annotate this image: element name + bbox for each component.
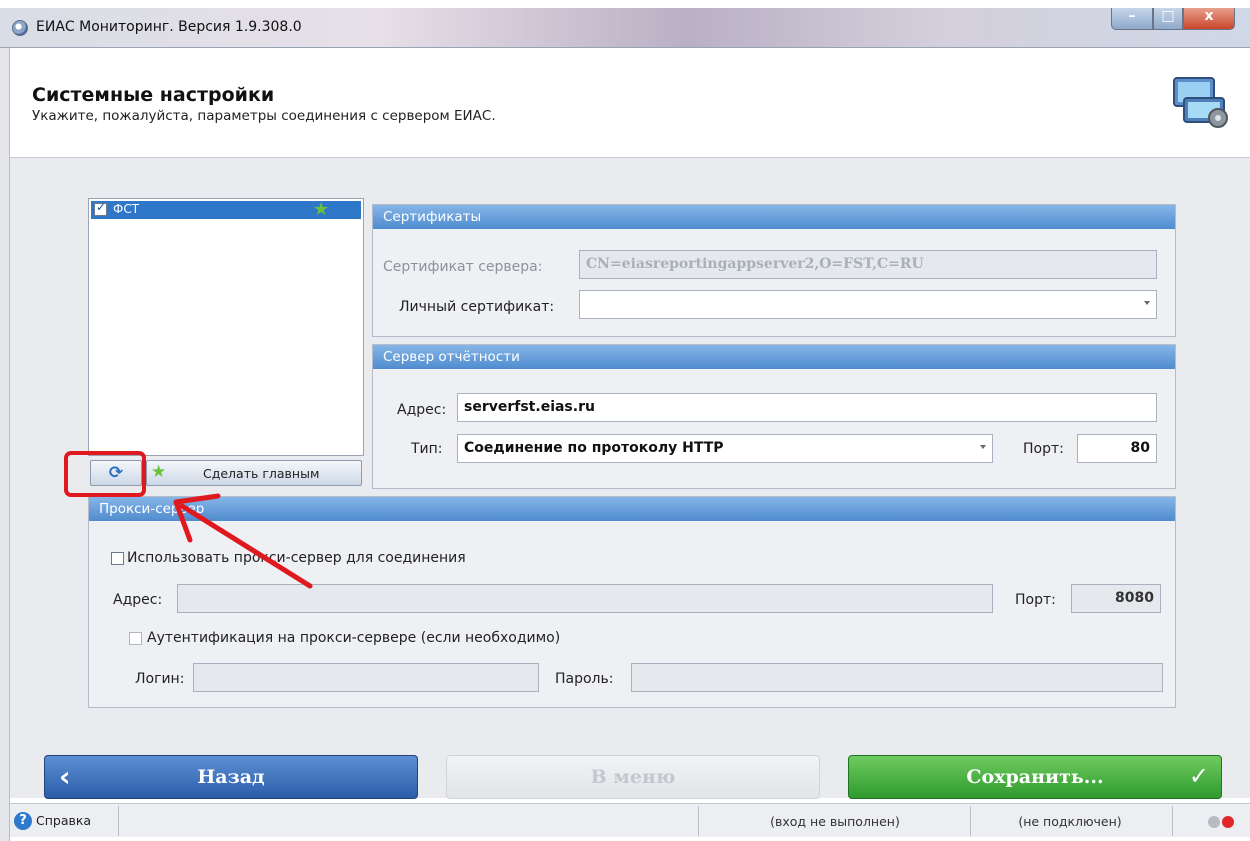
proxy-login-label: Логин: bbox=[135, 671, 185, 687]
menu-button-label: В меню bbox=[590, 766, 676, 788]
maximize-icon: □ bbox=[1161, 8, 1175, 24]
page-title: Системные настройки bbox=[32, 84, 275, 106]
network-settings-icon bbox=[1173, 77, 1228, 128]
certificates-heading: Сертификаты bbox=[373, 205, 1175, 229]
page-header: Системные настройки Укажите, пожалуйста,… bbox=[10, 50, 1250, 158]
server-cert-field: CN=eiasreportingappserver2,O=FST,C=RU bbox=[579, 250, 1157, 279]
login-status: (вход не выполнен) bbox=[770, 814, 900, 829]
proxy-auth-label: Аутентификация на прокси-сервере (если н… bbox=[147, 630, 561, 646]
make-main-label: Сделать главным bbox=[203, 466, 320, 481]
proxy-password-input[interactable] bbox=[631, 663, 1163, 692]
maximize-button[interactable]: □ bbox=[1153, 8, 1183, 30]
make-main-button[interactable]: ★ Сделать главным bbox=[146, 460, 362, 486]
app-icon bbox=[12, 20, 28, 36]
reporting-address-label: Адрес: bbox=[397, 402, 447, 418]
connection-type-select[interactable]: Соединение по протоколу HTTP bbox=[457, 434, 993, 463]
personal-cert-select[interactable] bbox=[579, 290, 1157, 319]
star-icon: ★ bbox=[151, 462, 167, 482]
save-button[interactable]: Сохранить... ✓ bbox=[848, 755, 1222, 799]
connection-status: (не подключен) bbox=[1018, 814, 1122, 829]
reporting-port-label: Порт: bbox=[1023, 441, 1064, 457]
status-divider bbox=[698, 806, 699, 836]
certificates-group: Сертификаты Сертификат сервера: CN=eiasr… bbox=[372, 204, 1176, 337]
server-cert-label: Сертификат сервера: bbox=[383, 259, 543, 275]
main-server-star-icon: ★ bbox=[313, 199, 330, 220]
personal-cert-label: Личный сертификат: bbox=[399, 299, 555, 315]
back-button[interactable]: ‹ Назад bbox=[44, 755, 418, 799]
reporting-type-label: Тип: bbox=[411, 441, 443, 457]
chevron-down-icon bbox=[1144, 301, 1150, 305]
minimize-icon: – bbox=[1128, 8, 1136, 24]
window-titlebar: ЕИАС Мониторинг. Версия 1.9.308.0 – □ x bbox=[0, 8, 1250, 48]
proxy-password-label: Пароль: bbox=[555, 671, 614, 687]
status-bar: ? Справка (вход не выполнен) (не подключ… bbox=[10, 803, 1250, 837]
window-title: ЕИАС Мониторинг. Версия 1.9.308.0 bbox=[36, 19, 302, 35]
server-checkbox[interactable] bbox=[94, 200, 107, 216]
window-left-edge bbox=[0, 48, 10, 841]
status-divider bbox=[1172, 806, 1173, 836]
menu-button[interactable]: В меню bbox=[446, 755, 820, 799]
reporting-server-group: Сервер отчётности Адрес: serverfst.eias.… bbox=[372, 344, 1176, 489]
help-link[interactable]: Справка bbox=[36, 813, 91, 828]
minimize-button[interactable]: – bbox=[1111, 8, 1153, 30]
checkmark-icon: ✓ bbox=[1188, 762, 1209, 790]
list-item[interactable]: ФСТ ★ bbox=[91, 199, 361, 220]
status-indicator-red bbox=[1222, 816, 1234, 828]
proxy-login-input[interactable] bbox=[193, 663, 539, 692]
reporting-port-input[interactable]: 80 bbox=[1077, 434, 1157, 463]
connection-type-value: Соединение по протоколу HTTP bbox=[464, 440, 724, 456]
proxy-address-label: Адрес: bbox=[113, 592, 163, 608]
chevron-left-icon: ‹ bbox=[59, 760, 71, 793]
back-button-label: Назад bbox=[197, 766, 265, 788]
reporting-server-heading: Сервер отчётности bbox=[373, 345, 1175, 369]
status-divider bbox=[118, 806, 119, 836]
help-icon[interactable]: ? bbox=[14, 812, 32, 830]
reporting-address-input[interactable]: serverfst.eias.ru bbox=[457, 393, 1157, 422]
use-proxy-checkbox[interactable] bbox=[111, 552, 124, 565]
proxy-port-label: Порт: bbox=[1015, 592, 1056, 608]
annotation-arrow bbox=[173, 493, 313, 589]
server-name: ФСТ bbox=[113, 202, 140, 216]
chevron-down-icon bbox=[980, 445, 986, 449]
annotation-highlight-box bbox=[64, 451, 146, 497]
save-button-label: Сохранить... bbox=[966, 766, 1104, 788]
status-indicator-gray bbox=[1208, 816, 1220, 828]
proxy-port-input[interactable]: 8080 bbox=[1071, 584, 1161, 613]
close-button[interactable]: x bbox=[1183, 8, 1235, 30]
proxy-auth-checkbox[interactable] bbox=[129, 632, 142, 645]
page-subtitle: Укажите, пожалуйста, параметры соединени… bbox=[32, 108, 496, 124]
close-icon: x bbox=[1204, 8, 1214, 24]
server-list[interactable]: ФСТ ★ bbox=[88, 198, 364, 456]
